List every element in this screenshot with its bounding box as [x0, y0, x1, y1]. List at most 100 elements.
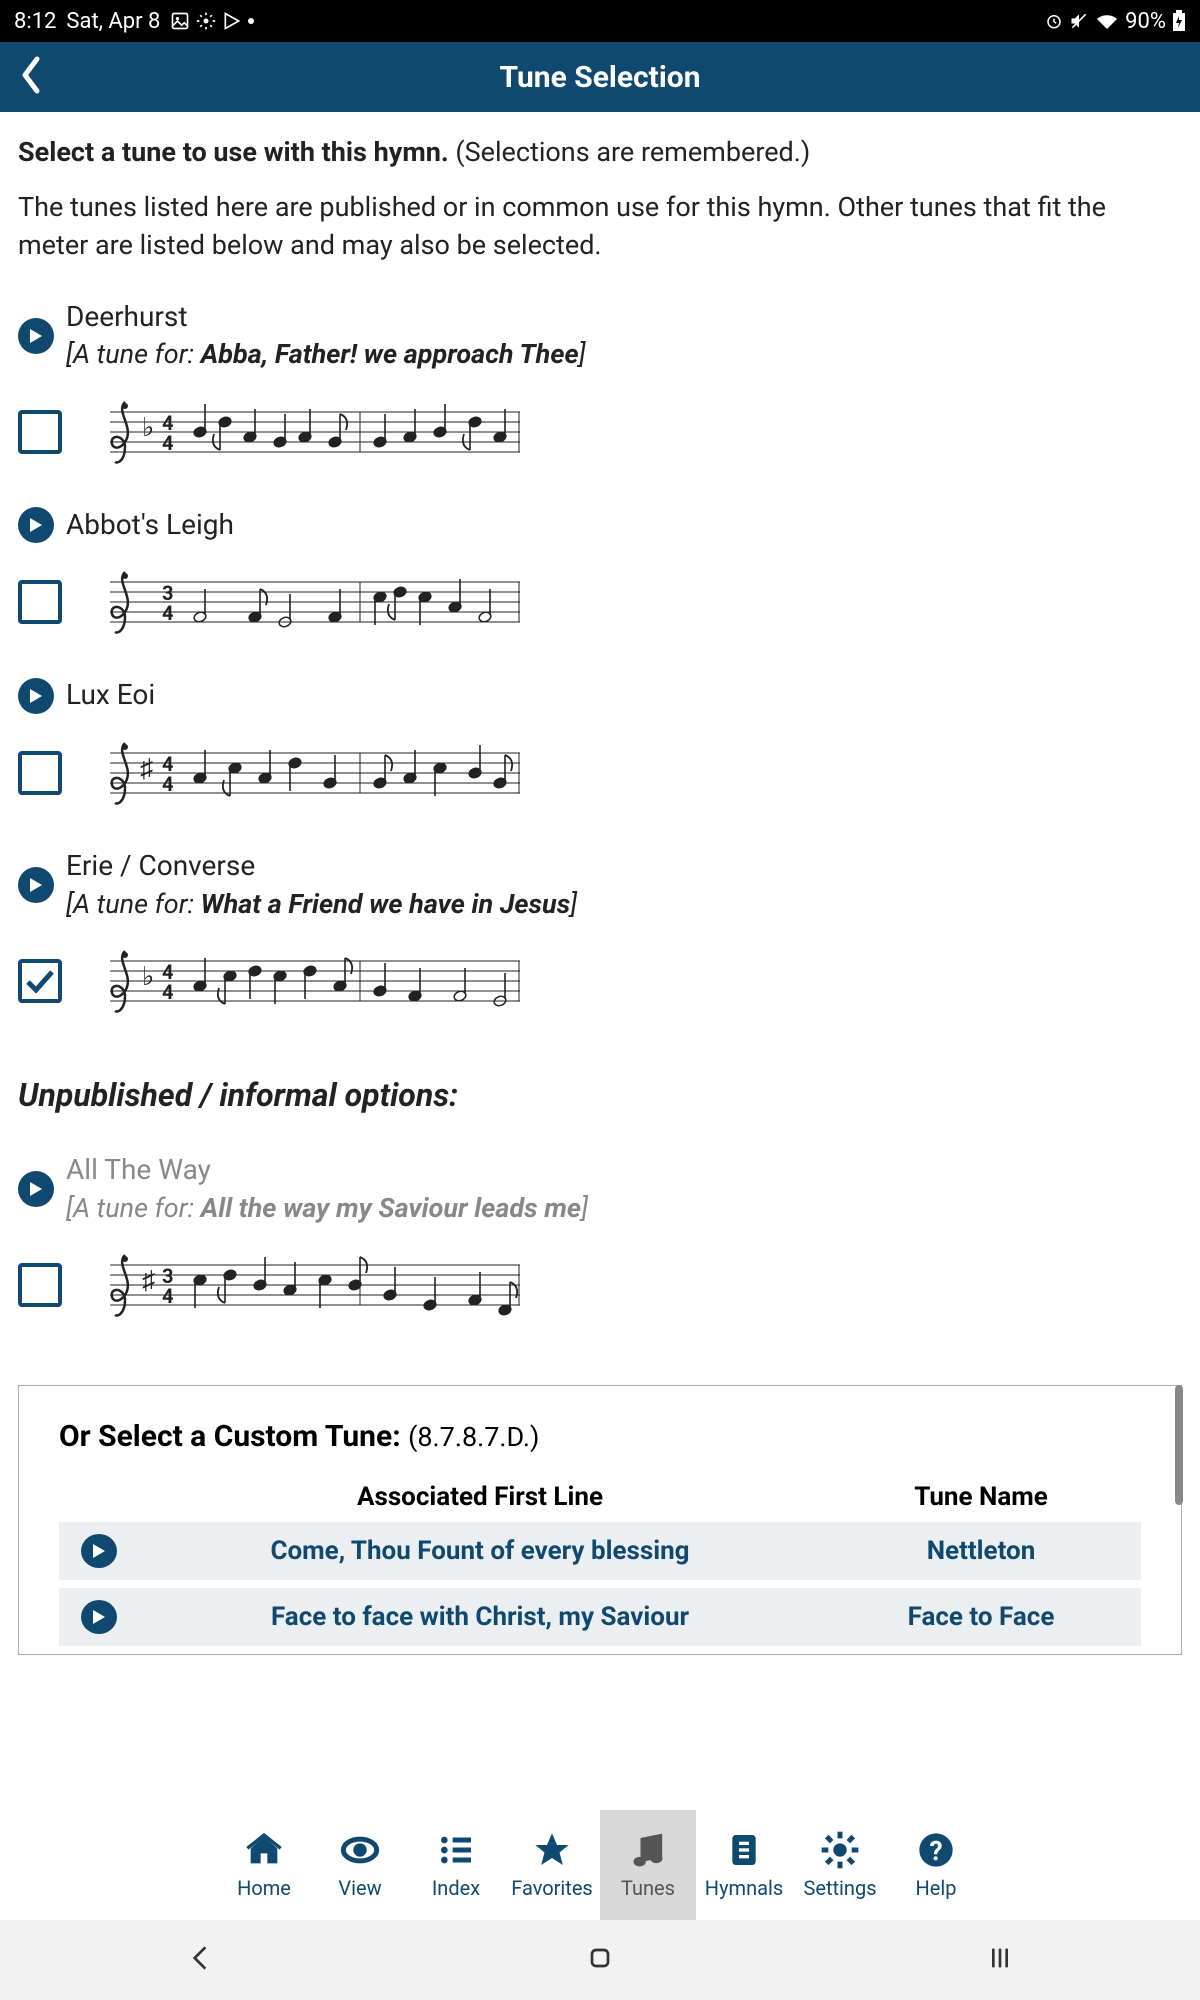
status-time: 8:12 [14, 9, 56, 34]
tune-name: Deerhurst [66, 298, 586, 337]
tune-item: Erie / Converse [A tune for: What a Frie… [18, 847, 1182, 1021]
settings-icon [820, 1830, 860, 1870]
custom-first-line: Face to face with Christ, my Saviour [139, 1602, 821, 1632]
tune-item: Abbot's Leigh 3 4 [18, 506, 1182, 643]
tune-name: All The Way [66, 1151, 588, 1190]
music-score: ♭ 4 4 [80, 392, 520, 472]
scrollbar[interactable] [1175, 1385, 1183, 1505]
nav-label: Favorites [511, 1876, 593, 1900]
nav-index[interactable]: Index [408, 1810, 504, 1920]
nav-label: View [338, 1876, 381, 1900]
tune-item: Deerhurst [A tune for: Abba, Father! we … [18, 298, 1182, 472]
nav-view[interactable]: View [312, 1810, 408, 1920]
android-status-bar: 8:12 Sat, Apr 8 90% [0, 0, 1200, 42]
tune-use-for: [A tune for: What a Friend we have in Je… [66, 886, 577, 923]
custom-heading: Or Select a Custom Tune: (8.7.8.7.D.) [59, 1419, 1141, 1454]
home-icon [244, 1830, 284, 1870]
tune-item: Lux Eoi ♯ 4 4 [18, 676, 1182, 813]
nav-hymnals[interactable]: Hymnals [696, 1810, 792, 1920]
svg-text:?: ? [929, 1835, 942, 1867]
informal-heading: Unpublished / informal options: [18, 1073, 1182, 1117]
play-button[interactable] [18, 867, 54, 903]
help-icon: ? [916, 1830, 956, 1870]
intro-desc: The tunes listed here are published or i… [18, 189, 1182, 264]
nav-label: Hymnals [705, 1876, 783, 1900]
svg-text:4: 4 [162, 601, 173, 625]
tune-name: Erie / Converse [66, 847, 577, 886]
music-score: 3 4 [80, 562, 520, 642]
svg-text:♭: ♭ [142, 413, 154, 443]
nav-help[interactable]: ? Help [888, 1810, 984, 1920]
play-store-icon [222, 11, 242, 31]
tune-checkbox[interactable] [18, 959, 62, 1003]
nav-settings[interactable]: Settings [792, 1810, 888, 1920]
custom-tune-box: Or Select a Custom Tune: (8.7.8.7.D.) As… [18, 1385, 1182, 1655]
tune-use-for: [A tune for: Abba, Father! we approach T… [66, 336, 586, 373]
status-notif-icons [170, 11, 254, 31]
music-score: ♯ 3 4 [80, 1245, 520, 1325]
play-button[interactable] [81, 1534, 117, 1568]
tune-use-for: [A tune for: All the way my Saviour lead… [66, 1190, 588, 1227]
nav-label: Settings [803, 1876, 876, 1900]
svg-text:4: 4 [162, 980, 173, 1004]
image-icon [170, 11, 190, 31]
intro-line: Select a tune to use with this hymn. (Se… [18, 134, 1182, 171]
intro-strong: Select a tune to use with this hymn. [18, 136, 449, 168]
hymnals-icon [724, 1830, 764, 1870]
back-button[interactable] [0, 55, 62, 99]
bottom-nav: Home View Index Favorites Tunes Hymnals … [0, 1810, 1200, 1920]
svg-text:4: 4 [162, 1284, 173, 1308]
svg-text:♭: ♭ [142, 962, 154, 992]
tune-item: All The Way [A tune for: All the way my … [18, 1151, 1182, 1325]
custom-tune-name: Nettleton [821, 1536, 1141, 1566]
android-recents-button[interactable] [984, 1942, 1016, 1978]
svg-text:4: 4 [162, 431, 173, 455]
music-score: ♯ 4 4 [80, 733, 520, 813]
chevron-left-icon [18, 55, 44, 95]
nav-home[interactable]: Home [216, 1810, 312, 1920]
custom-tune-row[interactable]: Face to face with Christ, my Saviour Fac… [59, 1588, 1141, 1646]
music-score: ♭ 4 4 [80, 941, 520, 1021]
nav-favorites[interactable]: Favorites [504, 1810, 600, 1920]
play-button[interactable] [18, 318, 54, 354]
tune-name: Abbot's Leigh [66, 506, 234, 545]
tune-checkbox[interactable] [18, 751, 62, 795]
play-button[interactable] [18, 678, 54, 714]
play-button[interactable] [18, 1171, 54, 1207]
favorites-icon [532, 1830, 572, 1870]
battery-icon [1172, 10, 1186, 32]
nav-label: Tunes [621, 1876, 675, 1900]
index-icon [436, 1830, 476, 1870]
custom-tune-row[interactable]: Come, Thou Fount of every blessing Nettl… [59, 1522, 1141, 1580]
tune-checkbox[interactable] [18, 1263, 62, 1307]
custom-tune-name: Face to Face [821, 1602, 1141, 1632]
nav-label: Index [432, 1876, 480, 1900]
alarm-icon [1045, 11, 1063, 31]
gear-icon [196, 11, 216, 31]
play-button[interactable] [81, 1600, 117, 1634]
svg-text:♯: ♯ [142, 1266, 155, 1296]
intro-rest: (Selections are remembered.) [449, 136, 811, 168]
svg-text:4: 4 [162, 772, 173, 796]
custom-table-header: Associated First Line Tune Name [59, 1472, 1141, 1522]
tune-name: Lux Eoi [66, 676, 155, 715]
tune-checkbox[interactable] [18, 580, 62, 624]
more-dot-icon [248, 18, 254, 24]
android-back-button[interactable] [184, 1942, 216, 1978]
nav-label: Help [916, 1876, 957, 1900]
wifi-icon [1095, 11, 1119, 31]
play-button[interactable] [18, 507, 54, 543]
mute-icon [1069, 11, 1089, 31]
custom-first-line: Come, Thou Fount of every blessing [139, 1536, 821, 1566]
app-bar: Tune Selection [0, 42, 1200, 112]
tunes-icon [628, 1830, 668, 1870]
android-home-button[interactable] [584, 1942, 616, 1978]
status-date: Sat, Apr 8 [66, 9, 160, 34]
android-nav-bar [0, 1920, 1200, 2000]
svg-text:♯: ♯ [140, 754, 153, 784]
content-area: Select a tune to use with this hymn. (Se… [0, 112, 1200, 1325]
view-icon [340, 1830, 380, 1870]
status-battery-pct: 90% [1125, 9, 1166, 34]
tune-checkbox[interactable] [18, 410, 62, 454]
nav-tunes[interactable]: Tunes [600, 1810, 696, 1920]
